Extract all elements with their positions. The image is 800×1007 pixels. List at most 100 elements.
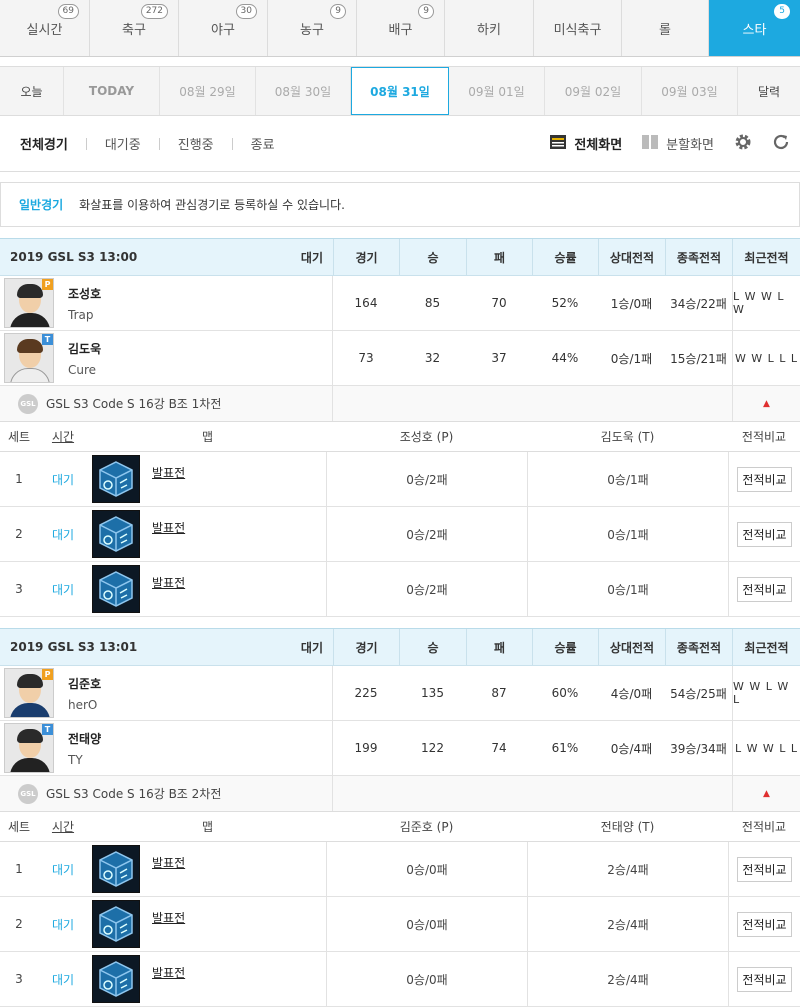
compare-button[interactable]: 전적비교	[737, 966, 792, 992]
race-badge: T	[42, 334, 53, 345]
player-photo: P	[4, 278, 54, 328]
stat-recent: W W L L L	[732, 331, 800, 385]
count-badge: 30	[235, 4, 257, 19]
stat-recent: L W W L W	[732, 276, 800, 330]
stat-rate: 44%	[551, 351, 579, 365]
set-row: 2 대기 발표전 0승/2패 0승/1패 전적비교	[0, 507, 800, 562]
player-row: P 김준호 herO 225 135 87 60% 4승/0패 54승/25패 W…	[0, 666, 800, 721]
map-name[interactable]: 발표전	[152, 854, 185, 896]
league-name: GSL S3 Code S 16강 B조 2차전	[46, 787, 222, 801]
player-row: P 조성호 Trap 164 85 70 52% 1승/0패 34승/22패 L …	[0, 276, 800, 331]
collapse-arrow-icon[interactable]: ▲	[732, 776, 800, 811]
stat-loss: 87	[491, 686, 507, 700]
count-badge: 69	[57, 4, 79, 19]
tab-basketball[interactable]: 농구 9	[268, 0, 357, 56]
match-title: 2019 GSL S3 13:01	[10, 640, 138, 654]
tab-lol[interactable]: 롤	[622, 0, 709, 56]
date-today-label[interactable]: 오늘	[0, 67, 64, 115]
tab-starcraft[interactable]: 스타 5	[709, 0, 800, 56]
divider	[85, 137, 87, 150]
compare-button[interactable]: 전적비교	[737, 576, 792, 602]
view-tools: 전체화면 분할화면	[550, 133, 800, 155]
player-name: 조성호	[68, 286, 102, 301]
map-name[interactable]: 발표전	[152, 464, 185, 506]
refresh-button[interactable]	[772, 133, 790, 155]
tab-football[interactable]: 미식축구	[534, 0, 622, 56]
col-map: 맵	[202, 820, 214, 834]
col-loss: 패	[466, 239, 532, 275]
calendar-button[interactable]: 달력	[738, 67, 800, 115]
notice-text: 화살표를 이용하여 관심경기로 등록하실 수 있습니다.	[79, 198, 345, 212]
player-cell[interactable]: T 김도욱 Cure	[0, 331, 333, 385]
date-item[interactable]: 09월 03일	[642, 67, 738, 115]
match-header: 2019 GSL S3 13:00 대기 경기 승 패 승률 상대전적 종족전적 …	[0, 239, 800, 276]
split-button[interactable]: 분할화면	[642, 134, 714, 153]
date-item[interactable]: 08월 29일	[160, 67, 256, 115]
fullscreen-icon	[550, 134, 567, 153]
player-id: Trap	[68, 307, 94, 322]
player-cell[interactable]: P 조성호 Trap	[0, 276, 333, 330]
set-time: 대기	[51, 527, 75, 542]
col-win: 승	[399, 629, 466, 665]
compare-button[interactable]: 전적비교	[737, 466, 792, 492]
map-image	[92, 455, 140, 503]
set-player2-record: 2승/4패	[527, 842, 728, 896]
stat-win: 85	[424, 296, 441, 310]
col-rate: 승률	[532, 629, 598, 665]
player-cell[interactable]: P 김준호 herO	[0, 666, 333, 720]
player-photo: T	[4, 333, 54, 383]
tab-soccer[interactable]: 축구 272	[90, 0, 179, 56]
col-time[interactable]: 시간	[38, 812, 88, 841]
league-row: GSL GSL S3 Code S 16강 B조 1차전 ▲	[0, 386, 800, 422]
compare-button[interactable]: 전적비교	[737, 856, 792, 882]
col-racewin: 종족전적	[665, 629, 732, 665]
filter-all[interactable]: 전체경기	[20, 134, 68, 153]
tab-volleyball[interactable]: 배구 9	[357, 0, 445, 56]
stat-racewin: 15승/21패	[670, 351, 727, 366]
collapse-arrow-icon[interactable]: ▲	[732, 386, 800, 421]
col-player2: 김도욱 (T)	[600, 430, 655, 444]
map-name[interactable]: 발표전	[152, 519, 185, 561]
filter-live[interactable]: 진행중	[178, 134, 214, 153]
compare-button[interactable]: 전적비교	[737, 521, 792, 547]
set-time: 대기	[51, 472, 75, 487]
col-loss: 패	[466, 629, 532, 665]
stat-rate: 52%	[551, 296, 579, 310]
set-row: 3 대기 발표전 0승/0패 2승/4패 전적비교	[0, 952, 800, 1007]
col-compare: 전적비교	[741, 430, 787, 444]
map-name[interactable]: 발표전	[152, 909, 185, 951]
col-racewin: 종족전적	[665, 239, 732, 275]
player-row: T 전태양 TY 199 122 74 61% 0승/4패 39승/34패 L W…	[0, 721, 800, 776]
date-selected[interactable]: 08월 31일	[351, 67, 449, 115]
gsl-logo-icon: GSL	[18, 393, 38, 414]
tab-hockey[interactable]: 하키	[445, 0, 534, 56]
split-icon	[642, 134, 659, 153]
stat-win: 32	[424, 351, 441, 365]
settings-button[interactable]	[734, 133, 752, 155]
set-time: 대기	[51, 862, 75, 877]
set-no: 2	[15, 527, 23, 541]
player-name: 김준호	[68, 676, 102, 691]
count-badge: 9	[330, 4, 346, 19]
map-image	[92, 565, 140, 613]
map-image	[92, 900, 140, 948]
player-cell[interactable]: T 전태양 TY	[0, 721, 333, 775]
col-time[interactable]: 시간	[38, 422, 88, 451]
tab-live[interactable]: 실시간 69	[0, 0, 90, 56]
filter-waiting[interactable]: 대기중	[105, 134, 141, 153]
fullscreen-button[interactable]: 전체화면	[550, 134, 622, 153]
col-set: 세트	[7, 820, 31, 834]
filter-ended[interactable]: 종료	[251, 134, 275, 153]
date-item[interactable]: 09월 01일	[449, 67, 545, 115]
tab-baseball[interactable]: 야구 30	[179, 0, 268, 56]
map-name[interactable]: 발표전	[152, 574, 185, 616]
date-item[interactable]: 09월 02일	[545, 67, 642, 115]
map-image	[92, 955, 140, 1003]
count-badge: 272	[140, 4, 168, 19]
compare-button[interactable]: 전적비교	[737, 911, 792, 937]
date-today[interactable]: TODAY	[64, 67, 160, 115]
set-player1-record: 0승/2패	[326, 452, 527, 506]
date-item[interactable]: 08월 30일	[256, 67, 351, 115]
count-badge: 9	[418, 4, 434, 19]
map-name[interactable]: 발표전	[152, 964, 185, 1006]
